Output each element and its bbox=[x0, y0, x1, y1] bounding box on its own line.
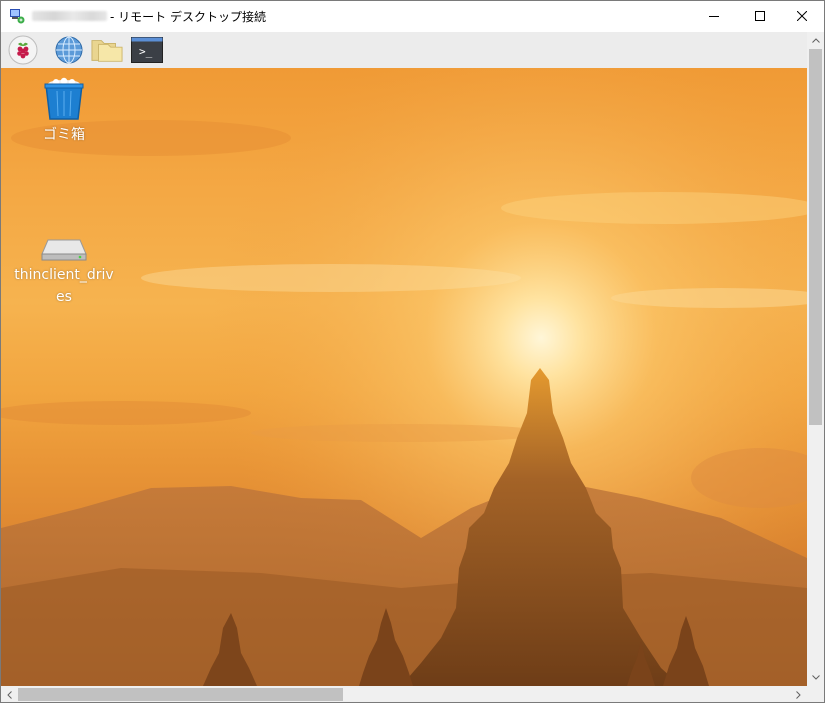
trash-bin-icon bbox=[44, 77, 84, 120]
scroll-right-button[interactable] bbox=[790, 686, 807, 702]
desktop-background[interactable]: ゴミ箱 thinclient_drives bbox=[1, 68, 807, 686]
terminal-button[interactable]: >_ bbox=[131, 35, 163, 65]
remote-session-viewport[interactable]: >_ ゴミ箱 thinclient_drives bbox=[1, 32, 807, 686]
remote-desktop-app-icon[interactable] bbox=[9, 8, 25, 24]
chevron-down-icon bbox=[811, 675, 820, 680]
chevron-up-icon bbox=[811, 38, 820, 43]
scroll-left-button[interactable] bbox=[1, 686, 18, 702]
web-browser-globe-icon bbox=[55, 36, 83, 64]
web-browser-button[interactable] bbox=[53, 35, 85, 65]
scroll-down-button[interactable] bbox=[807, 669, 824, 686]
horizontal-scrollbar[interactable] bbox=[1, 686, 807, 702]
minimize-icon bbox=[709, 16, 719, 17]
horizontal-scroll-thumb[interactable] bbox=[18, 688, 343, 701]
desktop-item-thinclient-drives[interactable]: thinclient_drives bbox=[12, 230, 116, 308]
chevron-left-icon bbox=[7, 690, 12, 699]
chevron-right-icon bbox=[796, 690, 801, 699]
close-button[interactable] bbox=[779, 1, 824, 31]
sunset-pagoda-wallpaper bbox=[1, 68, 807, 686]
vertical-scroll-thumb[interactable] bbox=[809, 49, 822, 425]
hostname-redacted bbox=[32, 11, 107, 21]
minimize-button[interactable] bbox=[691, 1, 737, 31]
terminal-prompt-glyph: >_ bbox=[139, 45, 153, 58]
scroll-up-button[interactable] bbox=[807, 32, 824, 49]
drive-icon bbox=[41, 239, 87, 261]
scrollbar-corner bbox=[807, 686, 824, 702]
vertical-scrollbar[interactable] bbox=[807, 32, 824, 686]
raspberry-menu-icon bbox=[8, 35, 38, 65]
window-title: - リモート デスクトップ接続 bbox=[110, 10, 266, 24]
desktop-item-label: thinclient_drives bbox=[14, 267, 114, 305]
close-icon bbox=[797, 11, 807, 21]
maximize-icon bbox=[755, 11, 765, 21]
maximize-button[interactable] bbox=[737, 1, 783, 31]
desktop-item-trash[interactable]: ゴミ箱 bbox=[12, 76, 116, 146]
file-manager-folder-icon bbox=[91, 40, 123, 62]
raspberry-pi-panel: >_ bbox=[1, 32, 807, 69]
file-manager-button[interactable] bbox=[91, 35, 123, 65]
desktop-item-label: ゴミ箱 bbox=[43, 127, 85, 143]
title-bar[interactable]: - リモート デスクトップ接続 bbox=[1, 1, 824, 31]
menu-button[interactable] bbox=[7, 35, 39, 65]
remote-desktop-window: - リモート デスクトップ接続 >_ ゴミ箱 thinclient_drives bbox=[0, 0, 825, 703]
